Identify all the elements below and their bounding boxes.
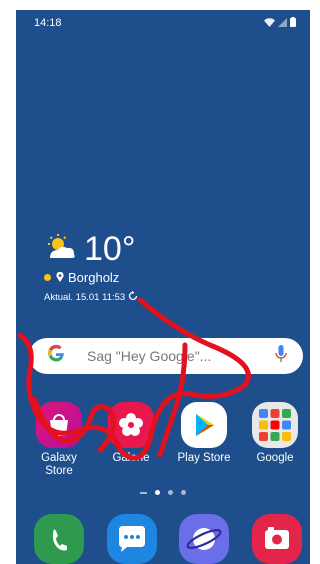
page-indicator-home — [140, 491, 147, 494]
home-screen: 14:18 10° Borgholz Aktual. 15.01 11:53 S… — [16, 10, 310, 564]
status-time: 14:18 — [34, 17, 62, 29]
microphone-icon[interactable] — [275, 344, 287, 368]
weather-location: Borgholz — [68, 270, 120, 285]
wifi-icon — [264, 17, 275, 30]
page-indicator-dot — [181, 490, 186, 495]
phone-icon[interactable] — [34, 514, 84, 564]
page-indicator-dot-active — [155, 490, 160, 495]
messages-icon[interactable] — [107, 514, 157, 564]
camera-icon[interactable] — [252, 514, 302, 564]
page-indicator[interactable] — [16, 490, 310, 495]
weather-widget[interactable]: 10° Borgholz Aktual. 15.01 11:53 — [44, 232, 138, 304]
app-label: Google — [256, 452, 294, 464]
weather-temperature: 10° — [84, 230, 136, 268]
google-search-bar[interactable]: Sag "Hey Google"... — [29, 338, 303, 374]
app-label: Galerie — [112, 452, 150, 464]
google-folder-icon — [252, 402, 298, 448]
app-play-store[interactable]: Play Store — [173, 402, 235, 465]
shopping-bag-icon — [36, 402, 82, 448]
status-bar: 14:18 — [16, 10, 310, 34]
partly-sunny-icon — [44, 233, 78, 265]
refresh-icon[interactable] — [128, 291, 138, 304]
page-indicator-dot — [168, 490, 173, 495]
signal-icon — [278, 17, 287, 30]
flower-icon — [108, 402, 154, 448]
app-google-folder[interactable]: Google — [244, 402, 306, 465]
internet-icon[interactable] — [179, 514, 229, 564]
status-icons — [264, 17, 296, 30]
app-galaxy-store[interactable]: Galaxy Store — [28, 402, 90, 478]
app-label: Galaxy Store — [41, 452, 77, 477]
app-galerie[interactable]: Galerie — [100, 402, 162, 465]
battery-icon — [290, 17, 296, 30]
weather-updated: Aktual. 15.01 11:53 — [44, 292, 126, 303]
play-store-icon — [181, 402, 227, 448]
sun-dot-icon — [44, 274, 51, 281]
google-g-icon — [47, 344, 65, 368]
search-hint: Sag "Hey Google"... — [87, 348, 212, 364]
location-pin-icon — [56, 270, 64, 285]
app-label: Play Store — [177, 452, 231, 464]
